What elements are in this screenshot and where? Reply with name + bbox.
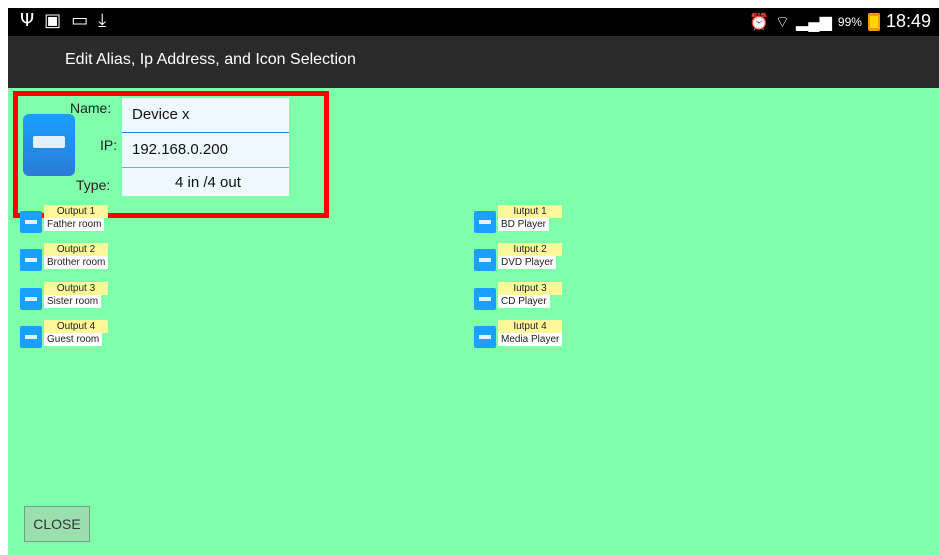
status-time: 18:49 bbox=[885, 11, 931, 31]
output-alias: Guest room bbox=[44, 333, 103, 346]
ip-field[interactable]: 192.168.0.200 bbox=[122, 133, 289, 168]
device-icon bbox=[20, 326, 42, 348]
output-label: Output 4 bbox=[44, 320, 108, 333]
ip-value: 192.168.0.200 bbox=[132, 141, 228, 158]
output-item-4[interactable]: Output 4 Guest room bbox=[20, 320, 115, 348]
input-alias: Media Player bbox=[498, 333, 563, 346]
name-label: Name: bbox=[70, 100, 112, 116]
output-label: Output 3 bbox=[44, 282, 108, 295]
status-left-icons: Ψ ▣ ▭ ⤓ bbox=[20, 10, 106, 31]
content-area: Name: Device x IP: 192.168.0.200 Type: 4… bbox=[8, 88, 939, 555]
input-alias: BD Player bbox=[498, 218, 550, 231]
title-bar: Edit Alias, Ip Address, and Icon Selecti… bbox=[8, 36, 939, 88]
input-label: Iutput 4 bbox=[498, 320, 562, 333]
device-icon bbox=[20, 288, 42, 310]
name-field[interactable]: Device x bbox=[122, 98, 289, 134]
device-icon[interactable] bbox=[23, 114, 75, 176]
type-field: 4 in /4 out bbox=[122, 168, 289, 196]
page-title: Edit Alias, Ip Address, and Icon Selecti… bbox=[65, 51, 356, 68]
device-icon bbox=[474, 249, 496, 271]
status-right: ⏰ ⌔ ▂▄▆ 99% 18:49 bbox=[749, 11, 931, 32]
input-alias: CD Player bbox=[498, 295, 550, 308]
device-icon bbox=[474, 326, 496, 348]
output-alias: Sister room bbox=[44, 295, 102, 308]
output-item-3[interactable]: Output 3 Sister room bbox=[20, 282, 115, 310]
input-item-3[interactable]: Iutput 3 CD Player bbox=[474, 282, 569, 310]
input-alias: DVD Player bbox=[498, 256, 557, 269]
output-alias: Father room bbox=[44, 218, 105, 231]
device-icon bbox=[20, 211, 42, 233]
battery-icon bbox=[867, 12, 880, 31]
status-bar: Ψ ▣ ▭ ⤓ ⏰ ⌔ ▂▄▆ 99% 18:49 bbox=[8, 8, 939, 36]
output-label: Output 2 bbox=[44, 243, 108, 256]
device-icon bbox=[474, 288, 496, 310]
signal-icon: ▂▄▆ bbox=[795, 13, 832, 31]
alarm-icon: ⏰ bbox=[749, 13, 769, 31]
close-button[interactable]: CLOSE bbox=[24, 506, 90, 542]
ip-label: IP: bbox=[100, 137, 118, 153]
input-item-4[interactable]: Iutput 4 Media Player bbox=[474, 320, 569, 348]
device-icon bbox=[474, 211, 496, 233]
notification-icon: ▣ bbox=[44, 10, 62, 31]
output-item-2[interactable]: Output 2 Brother room bbox=[20, 243, 115, 271]
wifi-icon: ⌔ bbox=[774, 13, 790, 31]
input-label: Iutput 1 bbox=[498, 205, 562, 218]
usb-icon: Ψ bbox=[20, 10, 35, 31]
image-icon: ▭ bbox=[71, 10, 89, 31]
type-value: 4 in /4 out bbox=[175, 174, 241, 191]
download-icon: ⤓ bbox=[98, 10, 107, 31]
output-alias: Brother room bbox=[44, 256, 109, 269]
input-item-2[interactable]: Iutput 2 DVD Player bbox=[474, 243, 569, 271]
output-label: Output 1 bbox=[44, 205, 108, 218]
name-value: Device x bbox=[132, 106, 190, 123]
battery-percentage: 99% bbox=[837, 14, 862, 29]
input-label: Iutput 3 bbox=[498, 282, 562, 295]
device-icon bbox=[20, 249, 42, 271]
input-item-1[interactable]: Iutput 1 BD Player bbox=[474, 205, 569, 233]
type-label: Type: bbox=[76, 177, 111, 193]
input-label: Iutput 2 bbox=[498, 243, 562, 256]
output-item-1[interactable]: Output 1 Father room bbox=[20, 205, 115, 233]
